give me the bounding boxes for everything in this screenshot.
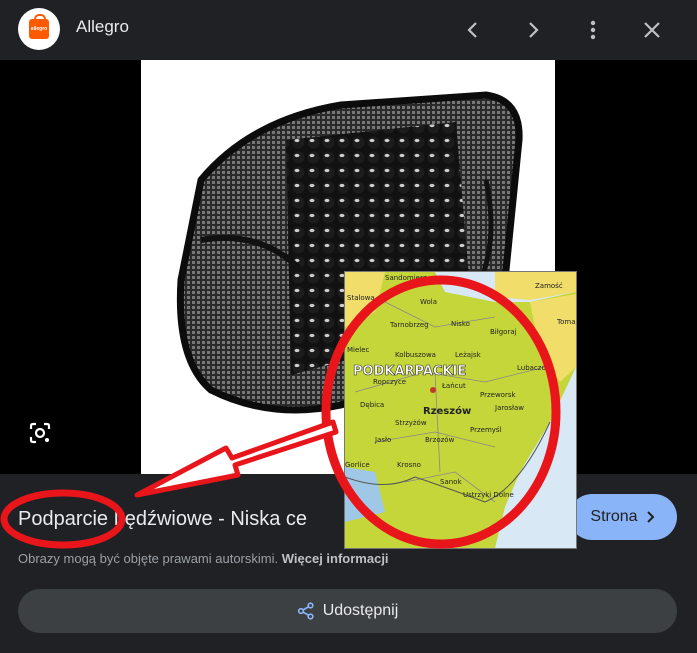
map-place-label: Przeworsk	[480, 391, 516, 399]
map-place-label: Dębica	[360, 401, 384, 409]
product-title[interactable]: Podparcie Lędźwiowe - Niska ce	[18, 508, 307, 531]
map-capital-label: Rzeszów	[423, 405, 471, 417]
more-options-button[interactable]	[575, 12, 611, 48]
share-icon	[297, 602, 314, 620]
map-place-label: Wola	[420, 298, 437, 306]
map-place-label: Biłgoraj	[490, 328, 517, 336]
map-place-label: Jarosław	[494, 404, 524, 412]
map-place-label: Ustrzyki Dolne	[463, 491, 514, 499]
share-label: Udostępnij	[322, 602, 399, 619]
map-place-label: Kolbuszowa	[395, 351, 436, 359]
copyright-notice: Obrazy mogą być objęte prawami autorskim…	[18, 551, 389, 566]
next-button[interactable]	[515, 12, 551, 48]
map-place-label: Sandomierz	[385, 274, 427, 282]
logo-text: allegro	[30, 26, 48, 32]
map-place-label: Lubaczów	[517, 364, 552, 372]
map-place-label: Gorlice	[345, 461, 370, 469]
map-place-label: Strzyżów	[395, 419, 427, 427]
close-button[interactable]	[634, 12, 670, 48]
map-place-label: Tomaszów Lubelski	[556, 318, 576, 326]
chevron-left-icon	[467, 22, 477, 38]
map-place-label: Mielec	[347, 346, 370, 354]
chevron-right-icon	[646, 511, 654, 523]
map-place-label: Sanok	[440, 478, 462, 486]
visit-site-label: Strona	[590, 508, 638, 525]
map-place-label: Przemyśl	[470, 426, 502, 434]
map-place-label: Krosno	[397, 461, 421, 469]
more-info-link[interactable]: Więcej informacji	[282, 551, 389, 566]
podkarpackie-map: Sandomierz Zamość Stalowa Wola Tarnobrze…	[345, 272, 576, 548]
map-place-label: Brzozów	[425, 436, 455, 444]
map-place-label: Nisko	[451, 320, 470, 328]
copyright-text: Obrazy mogą być objęte prawami autorskim…	[18, 551, 279, 566]
map-region-label: PODKARPACKIE	[353, 364, 466, 379]
map-place-label: Stalowa	[347, 294, 375, 302]
more-vert-icon	[590, 20, 596, 40]
google-lens-button[interactable]	[26, 419, 54, 447]
map-place-label: Jasło	[374, 436, 391, 444]
map-place-label: Tarnobrzeg	[389, 321, 429, 329]
close-icon	[644, 22, 660, 38]
allegro-logo[interactable]: allegro	[18, 8, 60, 50]
previous-button[interactable]	[455, 12, 491, 48]
map-place-label: Leżajsk	[455, 351, 482, 359]
map-place-label: Łańcut	[441, 382, 466, 390]
map-place-label: Ropczyce	[373, 378, 406, 386]
map-place-label: Zamość	[535, 282, 563, 290]
share-button[interactable]: Udostępnij	[18, 589, 677, 633]
lens-icon	[29, 422, 51, 444]
viewer-header: allegro Allegro	[0, 0, 697, 60]
chevron-right-icon	[529, 22, 539, 38]
shopping-bag-icon: allegro	[29, 14, 49, 39]
visit-site-button[interactable]: Strona	[569, 494, 677, 540]
region-map-overlay: Sandomierz Zamość Stalowa Wola Tarnobrze…	[344, 271, 577, 549]
source-title[interactable]: Allegro	[76, 17, 129, 37]
